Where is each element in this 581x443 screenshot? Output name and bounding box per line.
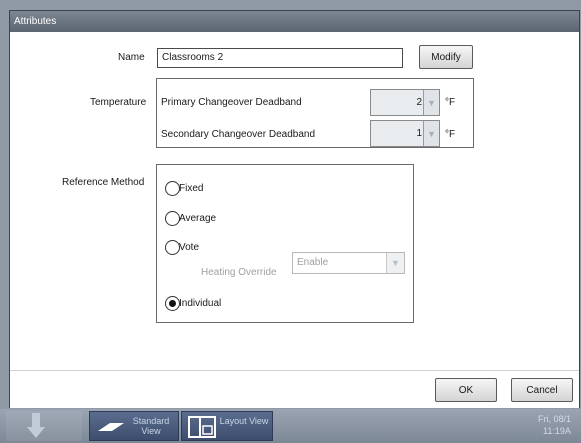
standard-view-label: Standard View bbox=[132, 416, 170, 436]
modify-button[interactable]: Modify bbox=[419, 45, 473, 69]
heating-override-value: Enable bbox=[297, 257, 329, 268]
secondary-deadband-label: Secondary Changeover Deadband bbox=[161, 129, 315, 140]
reference-method-label: Reference Method bbox=[62, 177, 145, 188]
radio-vote[interactable] bbox=[165, 240, 180, 255]
temperature-group: Primary Changeover Deadband 2 ▼ °F Secon… bbox=[156, 78, 474, 148]
secondary-deadband-value: 1 bbox=[416, 128, 422, 139]
layout-view-icon bbox=[188, 416, 216, 438]
radio-average-label: Average bbox=[179, 213, 217, 224]
secondary-unit: °F bbox=[445, 129, 456, 140]
date-display: Fri, 08/1 bbox=[538, 414, 572, 424]
primary-deadband-spinner[interactable]: 2 ▼ bbox=[370, 89, 440, 116]
back-button[interactable] bbox=[6, 411, 82, 441]
radio-fixed-label: Fixed bbox=[179, 183, 204, 194]
time-display: 11:19A bbox=[543, 426, 571, 436]
standard-view-icon bbox=[98, 423, 124, 431]
dialog-footer: OK Cancel bbox=[10, 370, 579, 408]
radio-vote-label: Vote bbox=[179, 242, 200, 253]
attributes-dialog: Attributes Name Classrooms 2 Modify Temp… bbox=[9, 10, 580, 408]
name-label: Name bbox=[118, 52, 145, 63]
primary-deadband-label: Primary Changeover Deadband bbox=[161, 97, 302, 108]
radio-individual-label: Individual bbox=[179, 298, 222, 309]
down-arrow-icon bbox=[27, 413, 45, 438]
name-input[interactable]: Classrooms 2 bbox=[157, 48, 403, 68]
layout-view-button[interactable]: Layout View bbox=[181, 411, 273, 441]
heating-override-select[interactable]: Enable ▼ bbox=[292, 252, 405, 274]
cancel-button[interactable]: Cancel bbox=[511, 378, 573, 402]
primary-unit: °F bbox=[445, 97, 456, 108]
ok-button[interactable]: OK bbox=[435, 378, 497, 402]
down-arrow-icon[interactable]: ▼ bbox=[423, 90, 439, 115]
dialog-title: Attributes bbox=[10, 11, 579, 32]
radio-fixed[interactable] bbox=[165, 181, 180, 196]
standard-view-button[interactable]: Standard View bbox=[89, 411, 179, 441]
heating-override-label: Heating Override bbox=[201, 267, 277, 278]
chevron-down-icon[interactable]: ▼ bbox=[386, 253, 404, 273]
layout-view-label: Layout View bbox=[219, 416, 269, 426]
temperature-label: Temperature bbox=[90, 97, 147, 108]
primary-deadband-value: 2 bbox=[416, 97, 422, 108]
reference-method-group: Fixed Average Vote Heating Override Indi… bbox=[156, 164, 414, 323]
down-arrow-icon[interactable]: ▼ bbox=[423, 121, 439, 146]
secondary-deadband-spinner[interactable]: 1 ▼ bbox=[370, 120, 440, 147]
radio-individual[interactable] bbox=[165, 296, 180, 311]
radio-average[interactable] bbox=[165, 211, 180, 226]
taskbar: Standard View Layout View Fri, 08/1 11:1… bbox=[0, 409, 581, 443]
